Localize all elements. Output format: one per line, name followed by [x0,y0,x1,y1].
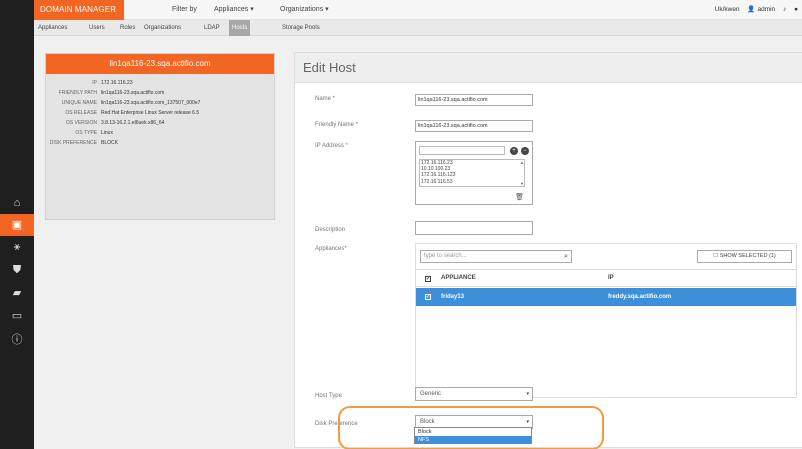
host-info-row: OS RELEASE Red Hat Enterprise Linux Serve… [46,108,202,118]
tab-organizations[interactable]: Organizations [144,20,181,36]
tab-roles[interactable]: Roles [120,20,135,36]
storage-icon[interactable]: ▰ [0,282,34,304]
row-checkbox[interactable]: ✓ [425,294,431,300]
tab-appliances[interactable]: Appliances [38,20,67,36]
host-info-table: IP 172.16.116.23 FRIENDLY PATH lin1qa116-2… [46,78,202,148]
ip-list[interactable]: 172.16.116.23 10.10.100.23 172.16.116.12… [419,159,525,187]
row-key: FRIENDLY PATH [58,90,97,96]
tab-bar: Appliances Users Roles Organizations LDA… [34,20,802,36]
admin-label[interactable]: admin [757,6,775,13]
host-info-row: IP 172.16.116.23 [46,78,202,88]
friendly-name-label: Friendly Name * [315,122,359,128]
tab-users[interactable]: Users [89,20,105,36]
disk-option-nfs[interactable]: NFS [415,436,531,444]
hosts-icon[interactable]: ▣ [0,214,34,236]
shield-icon[interactable]: ⛊ [0,259,34,281]
home-icon[interactable]: ⌂ [0,192,34,214]
host-info-row: UNIQUE NAME lin1qa116-23.sqa.actifio.com_… [46,98,202,108]
monitor-icon[interactable]: ▭ [0,305,34,327]
host-type-label: Host Type [315,393,342,399]
row-value: Linux [101,130,113,136]
appliances-label: Appliances* [315,246,347,252]
chart-icon[interactable]: ⚹ [0,236,34,258]
show-selected-label: SHOW SELECTED (1) [719,253,776,259]
col-appliance-header: APPLIANCE [441,275,476,281]
ip-address-label: IP Address * [315,143,348,149]
host-info-card: lin1qa116-23.sqa.actifio.com IP 172.16.11… [45,53,275,220]
host-info-row: OS TYPE Linux [46,128,202,138]
tab-hosts[interactable]: Hosts [229,20,251,36]
ip-address-box: + − 172.16.116.23 10.10.100.23 172.16.11… [415,141,533,205]
appliance-row[interactable]: ✓ friday13 freddy.sqa.actifio.com [416,288,796,306]
host-type-value: Generic [420,391,442,397]
row-key: OS VERSION [65,120,97,126]
appliance-table-header: ✓ APPLIANCE IP [416,269,796,287]
chevron-down-icon: ▾ [526,391,529,397]
main-area: DOMAIN MANAGER Filter by Appliances ▾ Or… [34,0,802,449]
checkbox-icon[interactable]: ☐ [713,253,718,259]
show-selected-button[interactable]: ☐ SHOW SELECTED (1) [697,250,792,263]
search-placeholder: type to search... [424,253,467,259]
user-icon: 👤 [747,6,756,13]
ip-item[interactable]: 172.16.116.53 [421,179,524,185]
appliance-search-input[interactable]: type to search... ⌕ [420,250,572,263]
tab-ldap[interactable]: LDAP [204,20,220,36]
row-value: Red Hat Enterprise Linux Server release … [101,110,200,116]
disk-preference-value: Block [420,419,435,425]
col-ip-header: IP [608,275,614,281]
filter-dropdown[interactable]: Appliances ▾ [214,0,254,20]
edit-host-title: Edit Host [295,53,802,83]
add-ip-icon[interactable]: + [510,147,518,155]
host-info-row: FRIENDLY PATH lin1qa116-23.sqa.actifio.co… [46,88,202,98]
row-value: BLOCK [101,140,118,146]
search-icon[interactable]: ⌕ [564,251,568,262]
name-label: Name * [315,96,336,102]
edit-host-panel: Edit Host Name * lin1qa116-23.sqa.actifi… [294,52,802,448]
left-icon-bar: ⌂ ▣ ⚹ ⛊ ▰ ▭ ⓘ [0,0,34,449]
ip-input[interactable] [419,146,505,155]
remove-ip-icon[interactable]: − [521,147,529,155]
row-value: 172.16.116.23 [101,80,133,86]
appliances-picker: type to search... ⌕ ☐ SHOW SELECTED (1) … [415,243,797,398]
host-info-row: OS VERSION 3.8.13-16.2.1.el6uek.x86_64 [46,118,202,128]
name-input[interactable]: lin1qa116-23.sqa.actifio.com [415,94,533,106]
tab-storage-pools[interactable]: Storage Pools [282,20,320,36]
row-value: 3.8.13-16.2.1.el6uek.x86_64 [101,120,165,126]
bell-icon[interactable]: ♪ [783,6,786,13]
row-value: lin1qa116-23.sqa.actifio.com [101,90,165,96]
filter-label: Filter by [172,6,197,13]
organizations-menu[interactable]: Organizations ▾ [280,0,329,20]
host-info-row: DISK PREFERENCE BLOCK [46,138,202,148]
row-key: UNIQUE NAME [61,100,97,106]
host-card-title: lin1qa116-23.sqa.actifio.com [46,54,274,74]
appliance-name: friday13 [441,294,465,300]
friendly-name-input[interactable]: lin1qa116-23.sqa.actifio.com [415,120,533,132]
row-key: DISK PREFERENCE [49,140,97,146]
appliance-ip: freddy.sqa.actifio.com [608,294,672,300]
row-key: OS TYPE [75,130,97,136]
settings-icon[interactable]: ● [794,6,798,13]
brand-logo[interactable]: DOMAIN MANAGER [34,0,124,20]
row-key: IP [92,80,97,86]
scroll-down-icon[interactable]: ▼ [520,181,524,186]
user-label[interactable]: Uk/kwen [715,6,740,13]
info-icon[interactable]: ⓘ [0,329,34,351]
select-all-checkbox[interactable]: ✓ [425,276,431,282]
host-type-select[interactable]: Generic ▾ [415,387,533,401]
row-value: lin1qa116-23.sqa.actifio.com_137507_000e… [101,100,201,106]
disk-preference-label: Disk Preference [315,421,358,427]
description-label: Description [315,227,346,233]
row-key: OS RELEASE [65,110,97,116]
description-input[interactable] [415,221,533,235]
scroll-up-icon[interactable]: ▲ [520,160,524,165]
user-area: Uk/kwen 👤 admin ♪ ● [709,0,798,20]
trash-icon[interactable]: 🗑 [515,193,524,201]
disk-option-block[interactable]: Block [415,428,531,436]
top-bar: DOMAIN MANAGER Filter by Appliances ▾ Or… [34,0,802,20]
disk-preference-dropdown[interactable]: Block NFS [414,427,532,444]
